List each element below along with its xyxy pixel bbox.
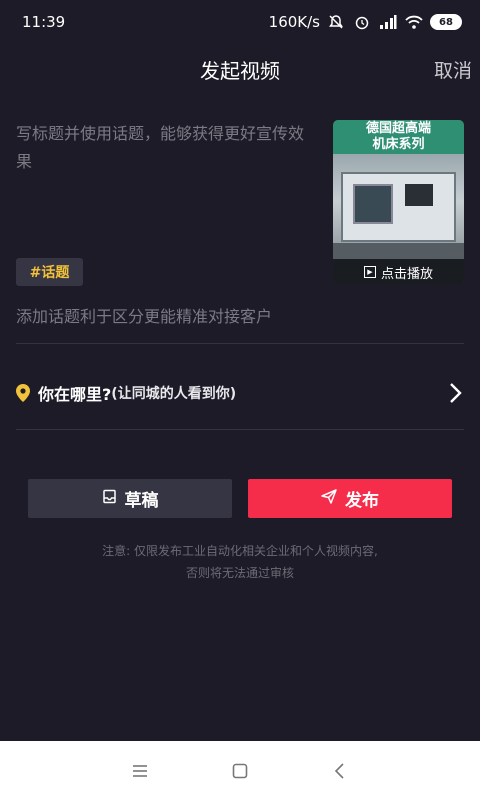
status-icons: 160K/s 68 <box>269 13 462 31</box>
thumbnail-title-line1: 德国超高端 <box>365 121 431 136</box>
play-icon: ▶ <box>363 266 376 278</box>
machine-panel <box>405 184 433 206</box>
location-label: 你在哪里? <box>38 385 112 404</box>
notice-line2: 否则将无法通过审核 <box>185 566 294 580</box>
system-nav-bar <box>0 741 480 800</box>
play-bar[interactable]: ▶ 点击播放 <box>333 259 464 285</box>
play-label: 点击播放 <box>380 266 433 282</box>
publish-label: 发布 <box>345 491 379 511</box>
caption-input[interactable]: 写标题并使用话题，能够获得更好宣传效果 <box>16 120 306 176</box>
send-icon <box>321 488 337 509</box>
divider <box>16 343 464 344</box>
draft-box-icon <box>102 489 117 509</box>
back-icon[interactable] <box>325 756 355 786</box>
home-icon[interactable] <box>225 756 255 786</box>
location-pin-icon <box>16 384 30 402</box>
machine-base <box>333 243 464 259</box>
publish-button[interactable]: 发布 <box>248 479 452 518</box>
header: 发起视频 取消 <box>0 48 480 90</box>
mute-icon <box>326 13 346 31</box>
machine-window <box>353 184 393 224</box>
location-row[interactable]: 你在哪里? (让同城的人看到你) <box>16 370 464 416</box>
battery-icon: 68 <box>430 14 462 30</box>
topic-hint: 添加话题利于区分更能精准对接客户 <box>16 307 273 326</box>
draft-button[interactable]: 草稿 <box>28 479 232 518</box>
network-speed: 160K/s <box>268 13 320 31</box>
draft-label: 草稿 <box>124 491 159 511</box>
wifi-icon <box>404 13 424 31</box>
thumbnail-title-line2: 机床系列 <box>372 137 425 152</box>
divider <box>16 429 464 430</box>
cancel-button[interactable]: 取消 <box>434 56 472 83</box>
notice-line1: 注意: 仅限发布工业自动化相关企业和个人视频内容, <box>102 544 378 558</box>
location-sub-label: (让同城的人看到你) <box>111 386 237 402</box>
page-title: 发起视频 <box>200 58 280 83</box>
alarm-icon <box>352 13 372 31</box>
thumbnail-title: 德国超高端 机床系列 <box>333 120 464 154</box>
thumbnail-image <box>333 154 464 259</box>
menu-icon[interactable] <box>125 756 155 786</box>
notice-text: 注意: 仅限发布工业自动化相关企业和个人视频内容, 否则将无法通过审核 <box>0 540 480 584</box>
video-thumbnail[interactable]: 德国超高端 机床系列 ▶ 点击播放 <box>333 120 464 285</box>
status-time: 11:39 <box>22 13 66 31</box>
status-bar: 11:39 160K/s 68 <box>0 0 480 44</box>
topic-tag-button[interactable]: #话题 <box>16 258 83 286</box>
signal-icon <box>378 13 398 31</box>
chevron-right-icon <box>448 382 462 404</box>
